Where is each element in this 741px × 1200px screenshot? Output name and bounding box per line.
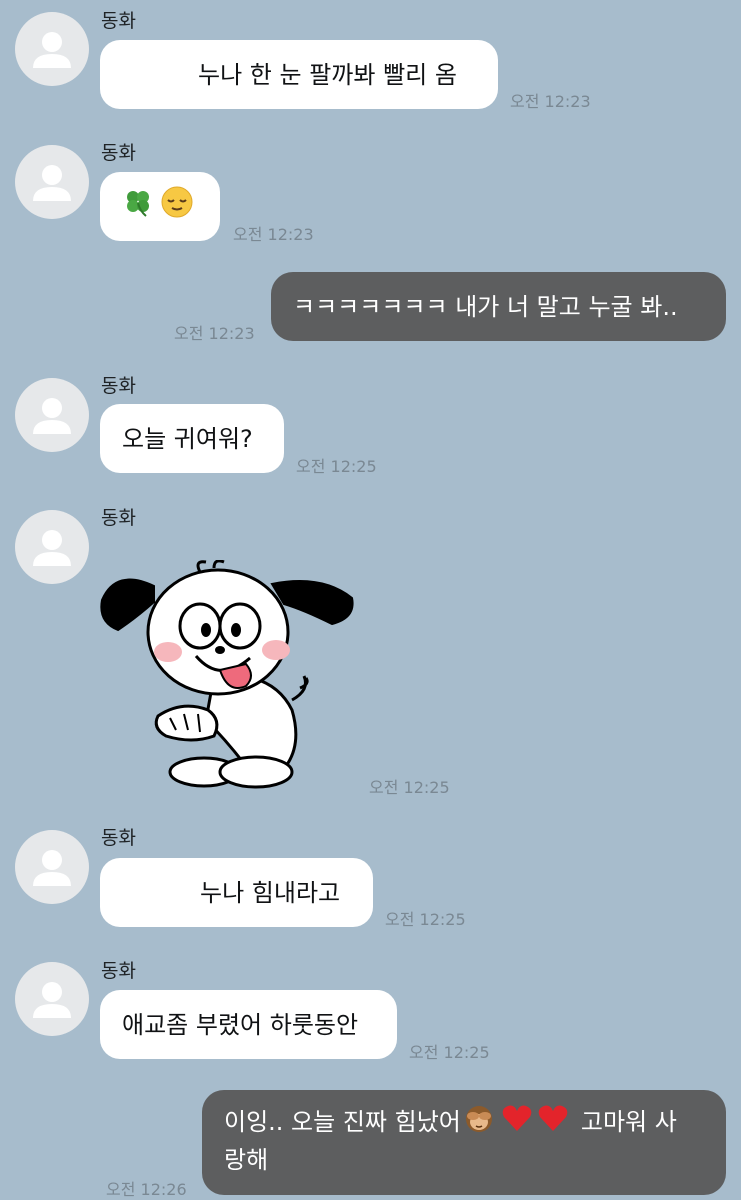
avatar[interactable] xyxy=(15,962,89,1036)
red-heart-icon xyxy=(537,1103,569,1142)
message-text: 누나 힘내라고 xyxy=(200,878,341,907)
see-no-evil-monkey-icon xyxy=(463,1102,495,1143)
avatar[interactable] xyxy=(15,830,89,904)
message-time: 오전 12:23 xyxy=(174,324,255,343)
message-text: 애교좀 부렸어 하룻동안 xyxy=(122,1010,359,1039)
sender-name: 동화 xyxy=(101,960,136,982)
sender-name: 동화 xyxy=(101,142,136,164)
avatar[interactable] xyxy=(15,12,89,86)
message-text: 랑해 xyxy=(224,1146,269,1174)
message-time: 오전 12:25 xyxy=(296,457,377,476)
four-leaf-clover-icon xyxy=(122,186,154,227)
message-text: 누나 한 눈 팔까봐 빨리 옴 xyxy=(198,60,457,89)
message-bubble[interactable]: 오늘 귀여워? xyxy=(100,404,284,473)
relieved-face-icon xyxy=(160,185,194,228)
sender-name: 동화 xyxy=(101,10,136,32)
avatar[interactable] xyxy=(15,145,89,219)
message-text: ㅋㅋㅋㅋㅋㅋㅋ 내가 너 말고 누굴 봐.. xyxy=(293,292,678,321)
message-text: 고마워 사 xyxy=(580,1108,677,1136)
message-bubble[interactable]: ㅋㅋㅋㅋㅋㅋㅋ 내가 너 말고 누굴 봐.. xyxy=(271,272,726,341)
message-bubble[interactable]: 애교좀 부렸어 하룻동안 xyxy=(100,990,397,1059)
avatar[interactable] xyxy=(15,510,89,584)
dog-sticker[interactable] xyxy=(96,560,358,796)
message-bubble[interactable]: 누나 힘내라고 xyxy=(100,858,373,927)
message-text: 이잉.. 오늘 진짜 힘났어 xyxy=(224,1108,461,1136)
message-time: 오전 12:25 xyxy=(385,910,466,929)
message-time: 오전 12:23 xyxy=(510,92,591,111)
message-bubble[interactable]: 누나 한 눈 팔까봐 빨리 옴 xyxy=(100,40,498,109)
sender-name: 동화 xyxy=(101,827,136,849)
avatar[interactable] xyxy=(15,378,89,452)
message-bubble[interactable] xyxy=(100,172,220,241)
message-time: 오전 12:23 xyxy=(233,225,314,244)
red-heart-icon xyxy=(501,1103,533,1142)
message-text: 오늘 귀여워? xyxy=(122,424,253,453)
message-time: 오전 12:26 xyxy=(106,1180,187,1199)
message-time: 오전 12:25 xyxy=(369,778,450,797)
message-time: 오전 12:25 xyxy=(409,1043,490,1062)
sender-name: 동화 xyxy=(101,375,136,397)
message-bubble[interactable]: 이잉.. 오늘 진짜 힘났어 고마워 사 랑해 xyxy=(202,1090,726,1195)
sender-name: 동화 xyxy=(101,507,136,529)
